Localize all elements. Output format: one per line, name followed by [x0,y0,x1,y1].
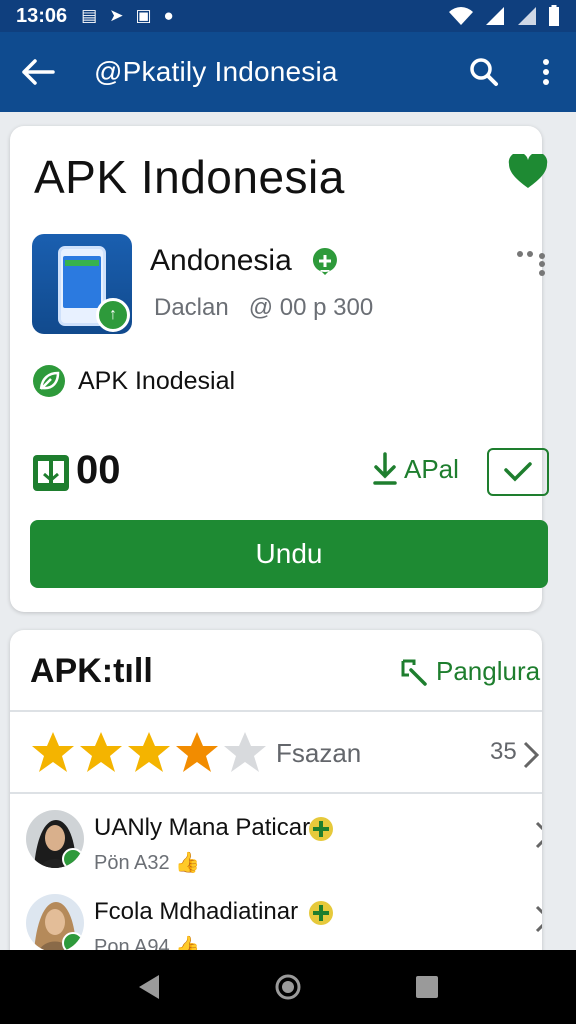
divider [10,792,542,794]
avatar-verified-icon [62,932,84,952]
chevron-right-icon [523,741,540,769]
star-icon [128,732,170,772]
score-row: 00 APal [32,448,549,498]
star-icon [176,732,218,772]
app-icon: ↑ [32,234,132,334]
divider [10,710,542,712]
square-recents-icon [415,976,438,998]
tag-leaf-icon [33,365,65,397]
back-arrow-icon [22,59,55,85]
battery-icon [549,5,559,26]
reviewer-badge-icon [309,901,333,925]
more-vert-icon [543,59,549,85]
reviewer-name: UANly Mana Paticar [94,814,311,841]
nav-home-button[interactable] [263,962,313,1012]
circle-home-icon [275,974,301,1000]
review-item[interactable]: UANly Mana Paticar Pön A32 👍 [10,802,542,886]
signal2-icon [518,7,536,25]
book-icon [33,455,69,491]
star-icon [32,732,74,772]
dot-icon: ● [163,6,174,25]
score-value: 00 [76,448,121,492]
app-meta: Daclan @ 00 p 300 [154,294,373,322]
reviews-card: APK:tıll Panglura Fsazan 35 UANly Mana P… [10,630,542,970]
app-meta-value: @ 00 p 300 [248,294,374,321]
app-name: Andonesia [150,244,292,277]
status-time: 13:06 [16,4,68,27]
thumbs-icon: 👍 [175,852,201,874]
category-tag[interactable]: APK Inodesial [32,364,235,398]
apal-button[interactable]: APal [372,452,459,486]
star-empty-icon [224,732,266,772]
section-title: APK:tıll [30,652,153,690]
signal-icon [486,7,504,25]
app-icon-badge: ↑ [96,298,130,332]
dots-menu-icon[interactable] [514,248,548,278]
nav-recents-button[interactable] [402,962,452,1012]
chevron-right-icon [535,905,542,933]
verified-plus-icon [312,248,337,275]
search-edit-icon [401,659,427,686]
see-all-label: Panglura [436,656,541,686]
see-all-button[interactable]: Panglura [400,656,540,687]
app-detail-card: APK Indonesia ↑ Andonesia Daclan @ 00 p 3… [10,126,549,612]
more-options-button[interactable] [526,50,566,94]
rating-count: 35 [490,738,517,765]
reviewer-name: Fcola Mdhadiatinar [94,898,299,925]
rating-row[interactable]: Fsazan 35 [10,714,542,792]
page-title: APK Indonesia [34,151,345,203]
download-button[interactable]: Undu [30,520,548,588]
developer-name: Daclan [154,294,229,321]
system-nav-bar [0,950,576,1024]
favorite-button[interactable] [508,152,552,198]
rating-label: Fsazan [276,738,362,768]
heart-icon [508,152,548,188]
search-button[interactable] [462,50,506,94]
category-tag-label: APK Inodesial [78,366,236,395]
check-icon [504,462,532,482]
sim-icon: ▤ [81,6,98,25]
avatar [26,894,84,952]
status-bar: 13:06 ▤ ➤ ▣ ● [0,0,576,32]
search-icon [470,58,498,86]
nav-back-button[interactable] [124,962,174,1012]
apal-label: APal [404,453,459,484]
notification-icons: ▤ ➤ ▣ ● [81,6,174,26]
avatar [26,810,84,868]
triangle-back-icon [139,975,160,999]
chevron-right-icon [535,821,542,849]
reviewer-meta: Pön A32 👍 [94,852,201,874]
back-button[interactable] [16,50,60,94]
app-notification-icon: ▣ [135,6,152,25]
star-icon [80,732,122,772]
check-button[interactable] [487,448,549,496]
send-icon: ➤ [109,6,124,25]
star-rating [30,730,268,774]
app-bar-title: @Pkatily Indonesia [94,56,338,87]
download-icon [373,452,397,485]
wifi-icon [449,7,473,25]
system-icons [448,5,560,27]
app-bar: @Pkatily Indonesia [0,32,576,112]
reviewer-badge-icon [309,817,333,841]
avatar-verified-icon [62,848,84,868]
